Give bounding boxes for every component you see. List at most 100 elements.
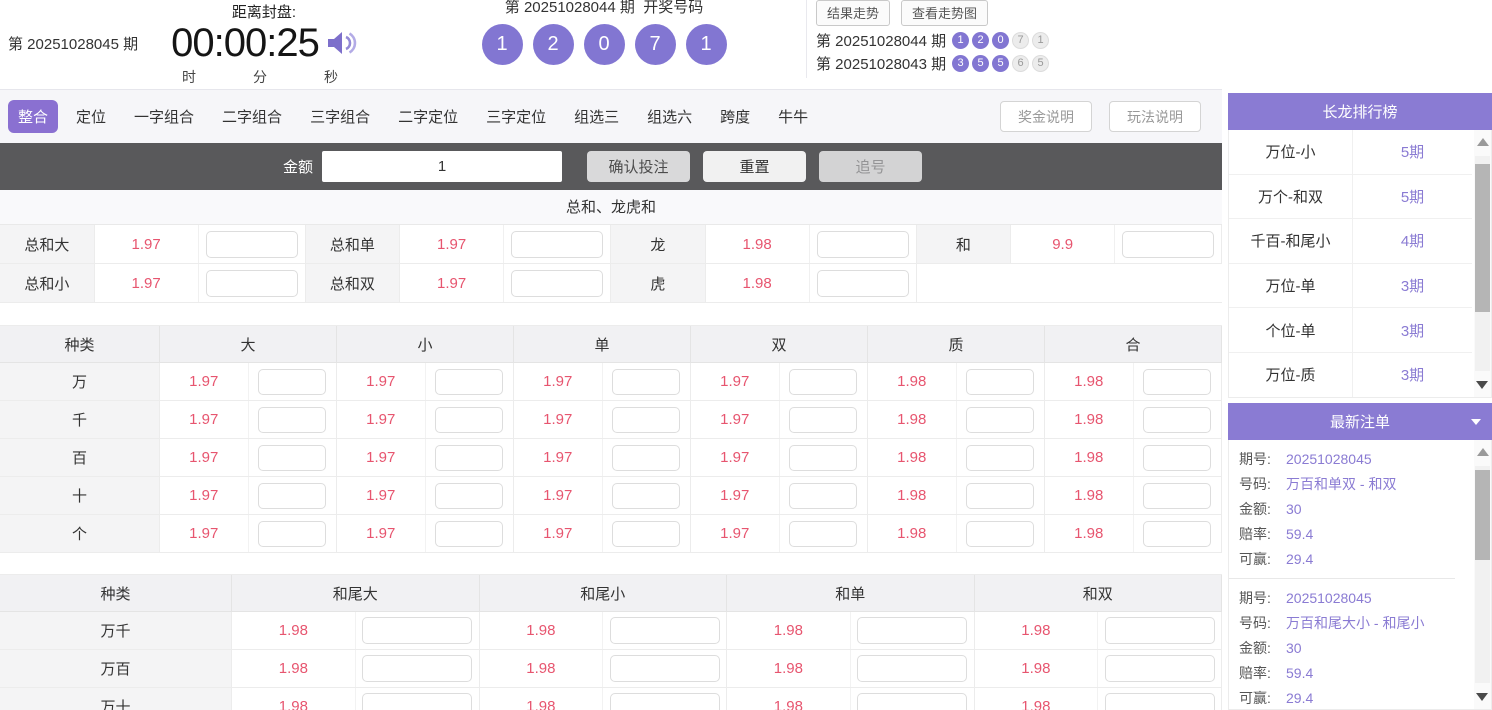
stake-input[interactable] [511, 230, 604, 258]
tab-二字组合[interactable]: 二字组合 [212, 100, 292, 133]
odds-value[interactable]: 1.97 [691, 515, 780, 552]
odds-value[interactable]: 1.98 [480, 688, 604, 710]
stake-input[interactable] [435, 368, 504, 395]
odds-value[interactable]: 1.97 [160, 439, 249, 476]
view-trend-chart-button[interactable]: 查看走势图 [901, 0, 989, 26]
tab-组选六[interactable]: 组选六 [637, 100, 702, 133]
odds-value[interactable]: 1.97 [691, 439, 780, 476]
stake-input[interactable] [1104, 617, 1215, 644]
stake-input[interactable] [966, 368, 1035, 395]
stake-input[interactable] [1104, 655, 1215, 682]
stake-input[interactable] [857, 617, 968, 644]
stake-input[interactable] [258, 520, 327, 547]
scroll-down-icon[interactable] [1476, 381, 1488, 389]
stake-input[interactable] [258, 482, 327, 509]
stake-input[interactable] [1143, 406, 1212, 433]
stake-input[interactable] [789, 444, 858, 471]
stake-input[interactable] [966, 482, 1035, 509]
odds-value[interactable]: 1.97 [514, 477, 603, 514]
amount-input[interactable] [322, 151, 563, 182]
odds-value[interactable]: 1.98 [868, 363, 957, 400]
tab-三字组合[interactable]: 三字组合 [300, 100, 380, 133]
odds-value[interactable]: 1.97 [514, 439, 603, 476]
odds-value[interactable]: 1.98 [727, 650, 851, 687]
odds-value[interactable]: 1.97 [337, 515, 426, 552]
tab-组选三[interactable]: 组选三 [564, 100, 629, 133]
tab-三字定位[interactable]: 三字定位 [476, 100, 556, 133]
stake-input[interactable] [609, 655, 720, 682]
odds-value[interactable]: 1.98 [975, 688, 1099, 710]
stake-input[interactable] [612, 444, 681, 471]
odds-value[interactable]: 1.98 [480, 650, 604, 687]
odds-value[interactable]: 1.97 [514, 363, 603, 400]
odds-value[interactable]: 1.97 [160, 477, 249, 514]
stake-input[interactable] [966, 444, 1035, 471]
stake-input[interactable] [816, 230, 909, 258]
stake-input[interactable] [362, 617, 473, 644]
stake-input[interactable] [966, 406, 1035, 433]
reset-button[interactable]: 重置 [703, 151, 807, 182]
stake-input[interactable] [966, 520, 1035, 547]
rules-info-button[interactable]: 玩法说明 [1109, 101, 1201, 132]
stake-input[interactable] [362, 655, 473, 682]
stake-input[interactable] [435, 520, 504, 547]
stake-input[interactable] [857, 693, 968, 710]
odds-value[interactable]: 1.97 [400, 264, 505, 302]
stake-input[interactable] [612, 482, 681, 509]
stake-input[interactable] [205, 230, 298, 258]
result-trend-button[interactable]: 结果走势 [816, 0, 891, 26]
stake-input[interactable] [609, 617, 720, 644]
tab-二字定位[interactable]: 二字定位 [388, 100, 468, 133]
odds-value[interactable]: 1.98 [1045, 363, 1134, 400]
scroll-down-icon[interactable] [1476, 693, 1488, 701]
stake-input[interactable] [362, 693, 473, 710]
stake-input[interactable] [511, 269, 604, 297]
stake-input[interactable] [435, 482, 504, 509]
odds-value[interactable]: 1.98 [868, 477, 957, 514]
stake-input[interactable] [1143, 444, 1212, 471]
stake-input[interactable] [816, 269, 909, 297]
odds-value[interactable]: 1.98 [705, 225, 810, 263]
odds-value[interactable]: 1.97 [691, 363, 780, 400]
stake-input[interactable] [258, 406, 327, 433]
stake-input[interactable] [1143, 520, 1212, 547]
odds-value[interactable]: 1.97 [514, 401, 603, 438]
scroll-up-icon[interactable] [1476, 138, 1489, 146]
odds-value[interactable]: 9.9 [1011, 225, 1116, 263]
stake-input[interactable] [435, 444, 504, 471]
odds-value[interactable]: 1.98 [232, 650, 356, 687]
odds-value[interactable]: 1.97 [337, 439, 426, 476]
odds-value[interactable]: 1.97 [337, 363, 426, 400]
odds-value[interactable]: 1.97 [160, 515, 249, 552]
stake-input[interactable] [258, 368, 327, 395]
tab-定位[interactable]: 定位 [66, 100, 116, 133]
tab-牛牛[interactable]: 牛牛 [768, 100, 818, 133]
odds-value[interactable]: 1.98 [232, 612, 356, 649]
stake-input[interactable] [205, 269, 298, 297]
odds-value[interactable]: 1.97 [94, 225, 199, 263]
stake-input[interactable] [789, 520, 858, 547]
stake-input[interactable] [789, 406, 858, 433]
odds-value[interactable]: 1.98 [868, 439, 957, 476]
odds-value[interactable]: 1.97 [160, 401, 249, 438]
scroll-track[interactable] [1475, 156, 1490, 371]
stake-input[interactable] [612, 406, 681, 433]
odds-value[interactable]: 1.98 [1045, 515, 1134, 552]
scroll-track[interactable] [1475, 466, 1490, 683]
odds-value[interactable]: 1.98 [975, 612, 1099, 649]
stake-input[interactable] [1143, 482, 1212, 509]
stake-input[interactable] [612, 520, 681, 547]
scroll-thumb[interactable] [1475, 164, 1490, 312]
odds-value[interactable]: 1.98 [868, 515, 957, 552]
odds-value[interactable]: 1.97 [691, 401, 780, 438]
collapse-arrow-icon[interactable] [1471, 419, 1481, 425]
chase-number-button[interactable]: 追号 [819, 151, 923, 182]
odds-value[interactable]: 1.98 [868, 401, 957, 438]
odds-value[interactable]: 1.98 [705, 264, 810, 302]
scroll-thumb[interactable] [1475, 470, 1490, 560]
odds-value[interactable]: 1.97 [94, 264, 199, 302]
odds-value[interactable]: 1.97 [160, 363, 249, 400]
stake-input[interactable] [1104, 693, 1215, 710]
stake-input[interactable] [857, 655, 968, 682]
odds-value[interactable]: 1.98 [727, 612, 851, 649]
